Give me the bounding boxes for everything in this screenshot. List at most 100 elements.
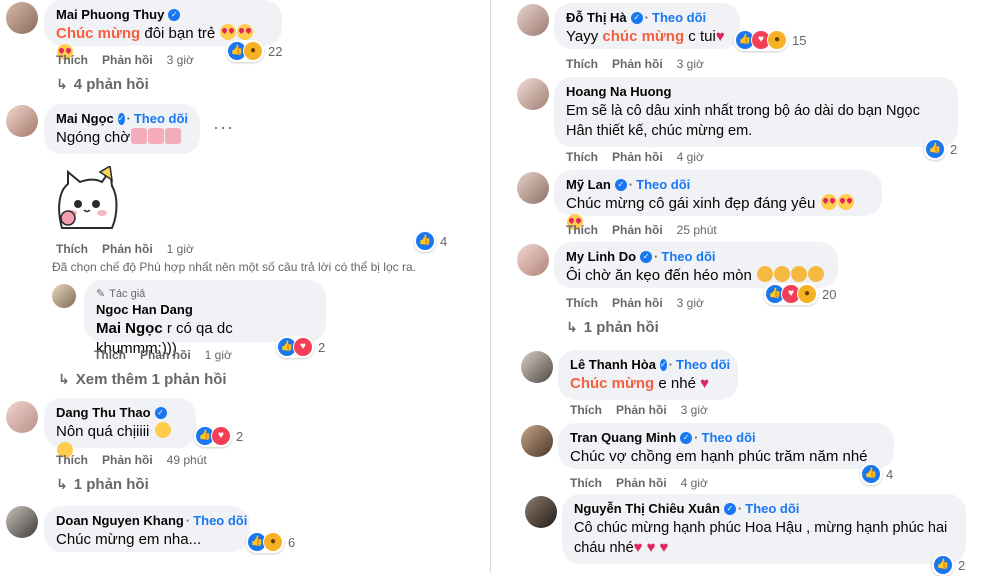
- follow-button[interactable]: Theo dõi: [738, 501, 799, 517]
- comment-bubble: Hoang Na Huong Em sẽ là cô dâu xinh nhất…: [554, 77, 958, 147]
- commenter-name[interactable]: Mỹ Lan: [566, 177, 611, 193]
- view-replies-link[interactable]: ↳ 1 phản hồi: [56, 476, 149, 493]
- timestamp[interactable]: 3 giờ: [681, 403, 708, 417]
- avatar[interactable]: [517, 78, 549, 110]
- timestamp[interactable]: 1 giờ: [205, 348, 232, 362]
- reply-button[interactable]: Phản hồi: [612, 57, 663, 71]
- commenter-name[interactable]: Doan Nguyen Khang: [56, 513, 184, 529]
- comment-text: Ngóng chờ: [56, 129, 131, 146]
- avatar[interactable]: [517, 244, 549, 276]
- commenter-name[interactable]: Ngoc Han Dang: [96, 302, 193, 318]
- love-reaction-icon: ♥: [211, 426, 231, 446]
- follow-button[interactable]: Theo dõi: [694, 430, 756, 446]
- reaction-summary[interactable]: 👍 ♥ 2: [276, 336, 325, 358]
- like-button[interactable]: Thích: [56, 53, 88, 67]
- comment-text: Chúc vợ chồng em hạnh phúc trăm năm nhé: [570, 448, 868, 465]
- reaction-summary[interactable]: 👍 2: [924, 138, 957, 160]
- reaction-summary[interactable]: 👍 2: [932, 554, 965, 576]
- commenter-name[interactable]: My Linh Do: [566, 249, 636, 265]
- timestamp[interactable]: 1 giờ: [167, 242, 194, 256]
- reaction-summary[interactable]: 👍 4: [414, 230, 447, 252]
- highlight-text[interactable]: Chúc mừng: [570, 375, 654, 392]
- view-replies-label: 1 phản hồi: [583, 319, 659, 336]
- reply-button[interactable]: Phản hồi: [102, 53, 153, 67]
- reply-button[interactable]: Phản hồi: [102, 242, 153, 256]
- avatar[interactable]: [517, 172, 549, 204]
- follow-button[interactable]: Theo dõi: [654, 249, 715, 265]
- timestamp[interactable]: 3 giờ: [677, 57, 704, 71]
- reply-button[interactable]: Phản hồi: [612, 296, 663, 310]
- like-button[interactable]: Thích: [570, 476, 602, 490]
- reply-button[interactable]: Phản hồi: [612, 223, 663, 237]
- commenter-name[interactable]: Mai Phuong Thuy: [56, 7, 164, 23]
- mention-link[interactable]: Mai Ngọc: [96, 320, 163, 337]
- avatar[interactable]: [525, 496, 557, 528]
- reply-button[interactable]: Phản hồi: [612, 150, 663, 164]
- like-button[interactable]: Thích: [566, 57, 598, 71]
- reaction-summary[interactable]: 👍 4: [860, 463, 893, 485]
- avatar[interactable]: [517, 4, 549, 36]
- more-options-icon[interactable]: ···: [213, 117, 234, 138]
- reaction-summary[interactable]: 👍 ♥ ● 20: [764, 283, 836, 305]
- reaction-summary[interactable]: 👍 ♥ 2: [194, 425, 243, 447]
- avatar[interactable]: [521, 425, 553, 457]
- avatar[interactable]: [52, 284, 76, 308]
- reply-button[interactable]: Phản hồi: [616, 476, 667, 490]
- avatar[interactable]: [6, 506, 38, 538]
- cat-sticker: [54, 164, 120, 234]
- view-replies-link[interactable]: ↳ 1 phản hồi: [566, 319, 659, 336]
- follow-button[interactable]: Theo dõi: [645, 10, 706, 26]
- party-popper-emoji-icon: [165, 128, 182, 144]
- commenter-name[interactable]: Dang Thu Thao: [56, 405, 151, 421]
- comment-bubble: My Linh Do ✓Theo dõi Ôi chờ ăn kẹo đến hé…: [554, 242, 838, 288]
- reaction-summary[interactable]: 👍 ♥ ● 15: [734, 29, 806, 51]
- commenter-name[interactable]: Tran Quang Minh: [570, 430, 676, 446]
- view-more-replies-link[interactable]: ↳ Xem thêm 1 phản hồi: [58, 371, 227, 388]
- commenter-name[interactable]: Hoang Na Huong: [566, 84, 671, 100]
- comment-text: Chúc mừng em nha...: [56, 531, 202, 548]
- reply-button[interactable]: Phản hồi: [616, 403, 667, 417]
- love-reaction-icon: ♥: [293, 337, 313, 357]
- cat-emoji-icon: [790, 266, 807, 282]
- commenter-name[interactable]: Nguyễn Thị Chiêu Xuân: [574, 501, 720, 517]
- timestamp[interactable]: 3 giờ: [167, 53, 194, 67]
- author-tag: Tác giả: [109, 287, 146, 300]
- like-button[interactable]: Thích: [566, 223, 598, 237]
- avatar[interactable]: [6, 401, 38, 433]
- follow-button[interactable]: Theo dõi: [186, 513, 247, 529]
- commenter-name[interactable]: Lê Thanh Hòa: [570, 357, 656, 373]
- reply-button[interactable]: Phản hồi: [140, 348, 191, 362]
- avatar[interactable]: [6, 105, 38, 137]
- like-button[interactable]: Thích: [570, 403, 602, 417]
- follow-button[interactable]: Theo dõi: [127, 111, 188, 127]
- timestamp[interactable]: 25 phút: [677, 223, 717, 237]
- follow-button[interactable]: Theo dõi: [629, 177, 690, 193]
- reply-button[interactable]: Phản hồi: [102, 453, 153, 467]
- like-button[interactable]: Thích: [56, 242, 88, 256]
- timestamp[interactable]: 4 giờ: [681, 476, 708, 490]
- comment-text: e nhé: [654, 375, 696, 392]
- cat-emoji-icon: [756, 266, 773, 282]
- reaction-summary[interactable]: 👍 ● 22: [226, 40, 283, 62]
- reply-arrow-icon: ↳: [56, 476, 68, 492]
- like-button[interactable]: Thích: [94, 348, 126, 362]
- reaction-count: 22: [268, 43, 283, 59]
- commenter-name[interactable]: Mai Ngọc: [56, 111, 114, 127]
- like-button[interactable]: Thích: [56, 453, 88, 467]
- timestamp[interactable]: 4 giờ: [677, 150, 704, 164]
- like-button[interactable]: Thích: [566, 150, 598, 164]
- follow-button[interactable]: Theo dõi: [669, 357, 730, 373]
- avatar[interactable]: [6, 2, 38, 34]
- timestamp[interactable]: 49 phút: [167, 453, 207, 467]
- avatar[interactable]: [521, 351, 553, 383]
- commenter-name[interactable]: Đỗ Thị Hà: [566, 10, 627, 26]
- reply-arrow-icon: ↳: [58, 371, 70, 387]
- highlight-text[interactable]: Chúc mừng: [56, 25, 140, 42]
- highlight-text[interactable]: chúc mừng: [602, 28, 684, 45]
- like-reaction-icon: 👍: [925, 139, 945, 159]
- like-button[interactable]: Thích: [566, 296, 598, 310]
- view-replies-link[interactable]: ↳ 4 phản hồi: [56, 76, 149, 93]
- author-icon: ✎: [96, 288, 106, 300]
- timestamp[interactable]: 3 giờ: [677, 296, 704, 310]
- reaction-summary[interactable]: 👍 ● 6: [246, 531, 295, 553]
